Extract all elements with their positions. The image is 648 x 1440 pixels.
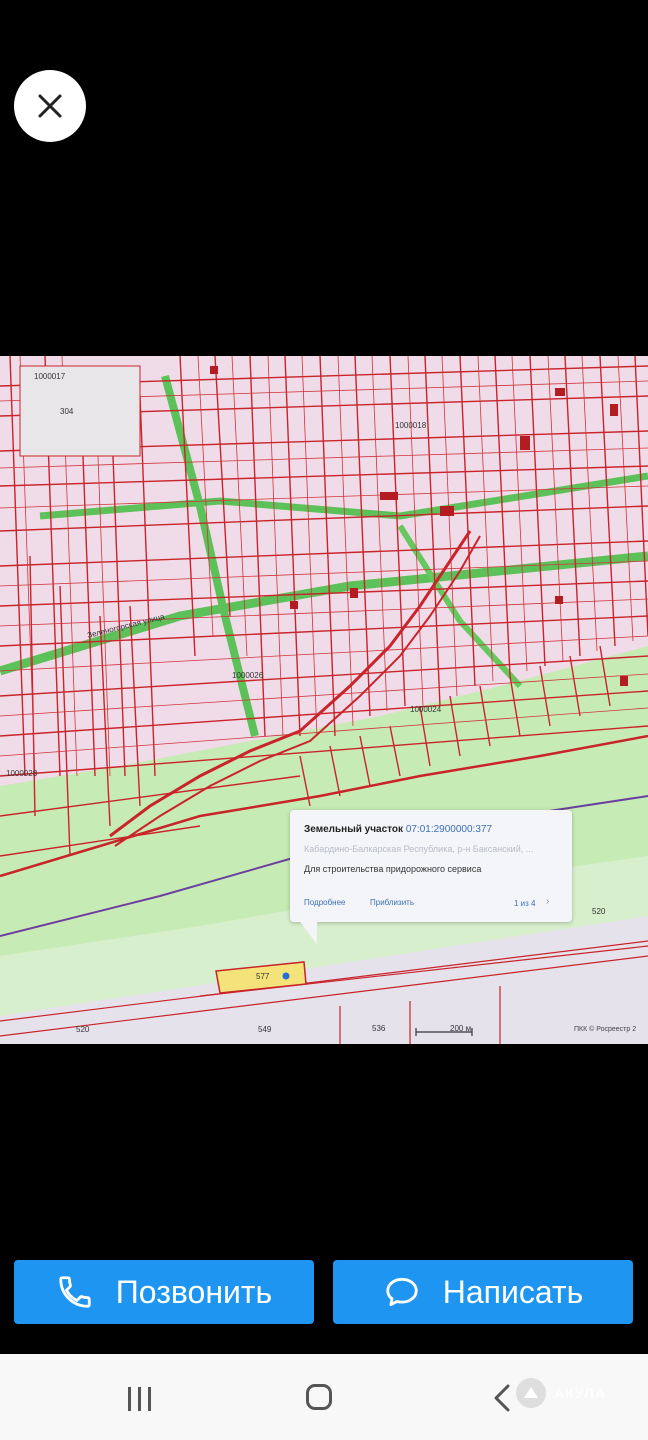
- popup-title: Земельный участок 07:01:2900000:377: [304, 824, 493, 835]
- more-link[interactable]: Подробнее: [304, 898, 346, 907]
- map-label: 520: [76, 1025, 90, 1034]
- popup-address: Кабардино-Балкарская Республика, р-н Бак…: [304, 844, 534, 854]
- map-label: 1000024: [410, 705, 442, 714]
- recent-apps-icon: [128, 1387, 151, 1411]
- shark-logo-icon: [516, 1378, 546, 1408]
- message-button-label: Написать: [442, 1273, 584, 1310]
- map-label: 1000017: [34, 372, 66, 381]
- map-label: 1000018: [395, 421, 427, 430]
- popup-purpose: Для строительства придорожного сервиса: [304, 864, 482, 874]
- map-label: 1000028: [6, 769, 38, 778]
- map-attribution: ПКК © Росреестр 2: [574, 1026, 637, 1033]
- back-chevron-icon: [494, 1384, 510, 1412]
- call-button-label: Позвонить: [115, 1273, 273, 1310]
- zoom-link[interactable]: Приблизить: [370, 898, 414, 907]
- back-button[interactable]: [492, 1384, 512, 1417]
- map-label: 536: [372, 1024, 386, 1033]
- close-icon: [38, 94, 62, 118]
- result-count: 1 из 4: [514, 899, 536, 908]
- map-label: 549: [258, 1025, 272, 1034]
- map-label: 304: [60, 407, 74, 416]
- home-button[interactable]: [306, 1384, 332, 1410]
- watermark-text: АКУЛА: [554, 1385, 607, 1401]
- scale-label: 200 м: [450, 1024, 472, 1033]
- parcel-label: 577: [256, 972, 270, 981]
- map-label: 520: [592, 907, 606, 916]
- cadastral-number: 07:01:2900000:377: [405, 824, 493, 835]
- recent-apps-button[interactable]: [126, 1386, 154, 1417]
- close-button[interactable]: [14, 70, 86, 142]
- chat-bubble-icon: [386, 1277, 418, 1307]
- call-button[interactable]: Позвонить: [14, 1260, 314, 1324]
- parcel-info-popup: Земельный участок 07:01:2900000:377 Каба…: [290, 810, 572, 922]
- chevron-right-icon[interactable]: ›: [546, 896, 549, 907]
- watermark: АКУЛА: [516, 1378, 606, 1408]
- phone-icon: [59, 1276, 91, 1308]
- message-button[interactable]: Написать: [333, 1260, 633, 1324]
- map-label: 1000026: [232, 671, 264, 680]
